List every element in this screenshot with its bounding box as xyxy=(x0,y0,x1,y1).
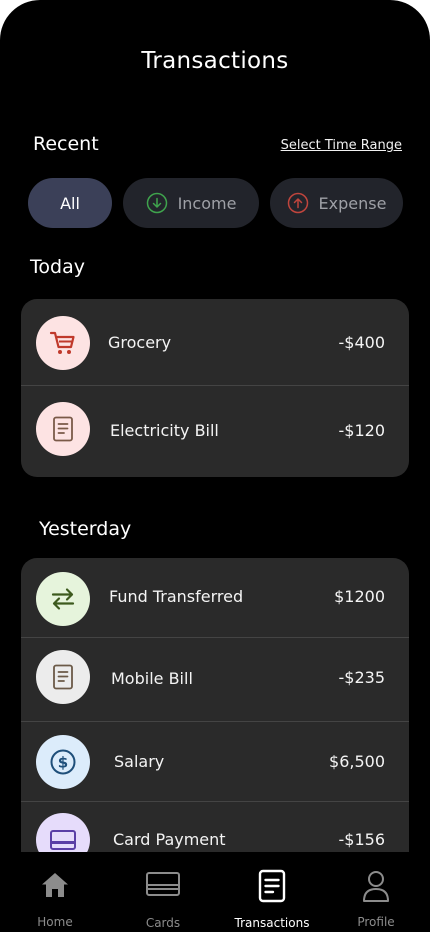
recent-label: Recent xyxy=(33,133,99,155)
cart-icon xyxy=(49,331,75,354)
section-label-yesterday: Yesterday xyxy=(39,518,132,540)
profile-icon xyxy=(363,871,389,902)
nav-home-label: Home xyxy=(37,915,73,929)
transactions-icon xyxy=(258,869,286,903)
transaction-name: Fund Transferred xyxy=(109,587,244,606)
nav-cards[interactable]: Cards xyxy=(113,852,213,932)
filter-chip-expense[interactable]: Expense xyxy=(270,178,403,228)
transaction-avatar xyxy=(36,316,90,370)
transfer-icon xyxy=(51,588,75,610)
transaction-amount: -$235 xyxy=(338,668,386,687)
transaction-name: Card Payment xyxy=(113,830,226,849)
nav-transactions-label: Transactions xyxy=(234,916,310,930)
transaction-avatar xyxy=(36,650,90,704)
transaction-amount: -$156 xyxy=(338,830,386,849)
transaction-avatar xyxy=(36,402,90,456)
transaction-amount: $6,500 xyxy=(329,752,385,771)
phone-screen: Transactions Recent Select Time Range Al… xyxy=(0,0,430,932)
section-label-today: Today xyxy=(30,256,85,278)
transaction-amount: -$400 xyxy=(338,333,386,352)
transaction-name: Mobile Bill xyxy=(111,669,193,688)
today-transactions-card: Grocery -$400 Electricity Bill -$120 xyxy=(21,299,409,477)
filter-chip-all-label: All xyxy=(60,193,80,213)
bottom-nav: Home Cards Transactions Profile xyxy=(0,852,430,932)
filter-chip-income-label: Income xyxy=(177,193,237,213)
card-icon xyxy=(50,830,76,850)
transaction-avatar xyxy=(36,572,90,626)
transaction-row[interactable]: Mobile Bill -$235 xyxy=(21,638,409,721)
filter-chip-income[interactable]: Income xyxy=(123,178,259,228)
nav-home[interactable]: Home xyxy=(5,852,105,932)
bill-icon xyxy=(53,416,73,442)
bill-icon xyxy=(53,664,73,690)
nav-transactions[interactable]: Transactions xyxy=(222,852,322,932)
transaction-row[interactable]: $ Salary $6,500 xyxy=(21,722,409,801)
nav-profile-label: Profile xyxy=(357,915,395,929)
transaction-row[interactable]: Fund Transferred $1200 xyxy=(21,558,409,637)
arrow-up-circle-icon xyxy=(287,192,308,214)
dollar-icon: $ xyxy=(50,749,76,775)
nav-profile[interactable]: Profile xyxy=(326,852,426,932)
nav-cards-label: Cards xyxy=(145,916,181,930)
home-icon xyxy=(42,873,68,897)
arrow-down-circle-icon xyxy=(146,192,167,214)
cards-icon xyxy=(146,872,180,896)
transaction-name: Electricity Bill xyxy=(110,421,219,440)
transaction-name: Grocery xyxy=(108,333,172,352)
page-title: Transactions xyxy=(141,48,289,74)
transaction-avatar: $ xyxy=(36,735,90,789)
filter-chip-all[interactable]: All xyxy=(28,178,112,228)
transaction-row[interactable]: Grocery -$400 xyxy=(21,299,409,385)
filter-chip-expense-label: Expense xyxy=(318,193,387,213)
svg-text:$: $ xyxy=(58,754,68,772)
transaction-amount: -$120 xyxy=(338,421,386,440)
transaction-row[interactable]: Electricity Bill -$120 xyxy=(21,386,409,477)
transaction-amount: $1200 xyxy=(334,587,385,606)
transaction-row[interactable]: Card Payment -$156 xyxy=(21,802,409,858)
select-time-range-link[interactable]: Select Time Range xyxy=(281,138,402,153)
yesterday-transactions-card: Fund Transferred $1200 Mobile Bill -$235… xyxy=(21,558,409,858)
transaction-name: Salary xyxy=(114,752,165,771)
